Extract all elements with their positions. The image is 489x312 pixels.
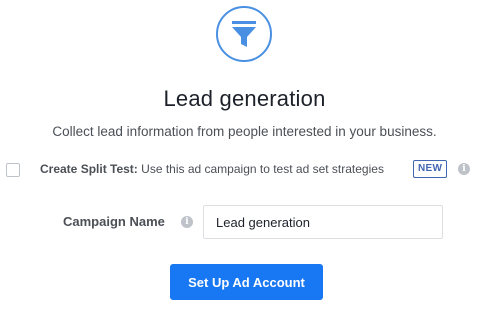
campaign-name-info-icon[interactable]: i (181, 216, 193, 228)
campaign-name-input[interactable] (203, 205, 443, 239)
split-test-info-icon[interactable]: i (458, 163, 470, 175)
page-title: Lead generation (163, 86, 326, 111)
funnel-icon-graphic (232, 21, 256, 47)
split-test-row: Create Split Test: Use this ad campaign … (0, 160, 489, 180)
split-test-label-text: Use this ad campaign to test ad set stra… (137, 162, 384, 176)
lead-generation-panel: Lead generation Collect lead information… (0, 0, 489, 312)
split-test-label[interactable]: Create Split Test: Use this ad campaign … (40, 162, 384, 176)
campaign-name-label: Campaign Name (63, 214, 165, 229)
split-test-label-bold: Create Split Test: (40, 162, 138, 176)
set-up-ad-account-button[interactable]: Set Up Ad Account (170, 264, 323, 300)
funnel-icon (216, 6, 272, 62)
new-badge: NEW (413, 160, 448, 178)
split-test-checkbox[interactable] (6, 163, 20, 177)
page-subtitle: Collect lead information from people int… (52, 124, 437, 139)
